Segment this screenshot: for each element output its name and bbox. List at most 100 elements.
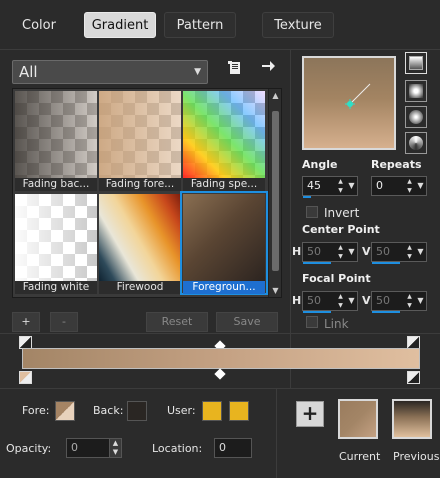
editor-divider xyxy=(0,333,440,334)
opacity-label: Opacity: xyxy=(6,442,52,455)
center-v-label: V xyxy=(362,245,371,258)
link-checkbox[interactable] xyxy=(306,316,318,328)
spinner-icon[interactable]: ▲ ▼ xyxy=(404,292,415,310)
tab-color[interactable]: Color xyxy=(4,12,74,38)
gradient-bar[interactable] xyxy=(22,348,420,369)
category-value: All xyxy=(19,63,38,81)
center-h-value: 50 xyxy=(307,245,321,258)
invert-label: Invert xyxy=(324,206,360,220)
chevron-down-icon[interactable]: ▼ xyxy=(415,292,426,310)
gradient-preview[interactable] xyxy=(302,56,396,150)
arrow-right-icon[interactable] xyxy=(257,58,279,80)
center-v-input[interactable]: 50 ▲ ▼ ▼ xyxy=(371,242,427,264)
tab-bar: Color Gradient Pattern Texture xyxy=(0,0,440,50)
chevron-down-icon[interactable]: ▼ xyxy=(271,286,280,295)
tab-pattern[interactable]: Pattern xyxy=(164,12,236,38)
angle-handle-icon[interactable] xyxy=(304,58,394,148)
center-v-value: 50 xyxy=(376,245,390,258)
spinner-icon[interactable]: ▲ ▼ xyxy=(109,439,121,457)
angle-slider[interactable] xyxy=(303,196,311,198)
focal-h-value: 50 xyxy=(307,294,321,307)
remove-gradient-button[interactable]: - xyxy=(50,312,78,332)
repeats-value: 0 xyxy=(376,179,383,192)
chevron-up-icon[interactable]: ▲ xyxy=(271,91,280,100)
gradient-item-fading-spectrum[interactable]: Fading spe... xyxy=(183,91,265,191)
gradient-item-foreground-background[interactable]: Foregroun... xyxy=(180,191,268,295)
spinner-icon[interactable]: ▲ ▼ xyxy=(404,177,415,195)
reset-button[interactable]: Reset xyxy=(146,312,208,332)
gradient-swatch xyxy=(183,194,265,281)
focal-h-input[interactable]: 50 ▲ ▼ ▼ xyxy=(302,291,358,313)
center-h-input[interactable]: 50 ▲ ▼ ▼ xyxy=(302,242,358,264)
opacity-value: 0 xyxy=(71,441,78,454)
current-label: Current xyxy=(339,450,381,463)
repeats-input[interactable]: 0 ▲ ▼ ▼ xyxy=(371,176,427,196)
center-h-slider[interactable] xyxy=(303,262,331,264)
gradient-item-label: Foregroun... xyxy=(183,281,265,294)
spinner-icon[interactable]: ▲ ▼ xyxy=(404,243,415,261)
focal-v-input[interactable]: 50 ▲ ▼ ▼ xyxy=(371,291,427,313)
gradient-item-fading-foreground[interactable]: Fading fore... xyxy=(99,91,181,191)
focal-h-slider[interactable] xyxy=(303,311,331,313)
gradient-swatch xyxy=(183,91,265,178)
color-midpoint[interactable] xyxy=(214,368,226,380)
spinner-icon[interactable]: ▲ ▼ xyxy=(335,243,346,261)
linear-style-button[interactable] xyxy=(405,52,427,74)
gradient-item-label: Fading bac... xyxy=(15,178,97,191)
center-h-label: H xyxy=(292,245,302,258)
gradient-item-label: Fading white xyxy=(15,281,97,294)
add-to-library-button[interactable]: + xyxy=(296,401,324,427)
focal-v-slider[interactable] xyxy=(372,311,400,313)
fore-color-swatch[interactable] xyxy=(55,401,75,421)
previous-label: Previous xyxy=(393,450,440,463)
location-value: 0 xyxy=(219,441,226,454)
gradient-swatch xyxy=(99,91,181,178)
spinner-icon[interactable]: ▲ ▼ xyxy=(335,292,346,310)
center-v-slider[interactable] xyxy=(372,262,400,264)
link-label: Link xyxy=(324,317,349,331)
angle-input[interactable]: 45 ▲ ▼ ▼ xyxy=(302,176,358,198)
save-button[interactable]: Save xyxy=(216,312,278,332)
document-save-icon[interactable] xyxy=(224,60,246,82)
gradient-gallery: Fading bac... Fading fore... Fading spe.… xyxy=(12,88,282,298)
gradient-item-label: Fading fore... xyxy=(99,178,181,191)
back-color-swatch[interactable] xyxy=(127,401,147,421)
bottom-vertical-divider xyxy=(276,389,277,478)
color-stop-right[interactable] xyxy=(407,371,420,384)
invert-checkbox[interactable] xyxy=(306,206,318,218)
current-gradient-thumbnail[interactable] xyxy=(338,399,378,439)
add-gradient-button[interactable]: + xyxy=(12,312,40,332)
tab-texture[interactable]: Texture xyxy=(262,12,334,38)
gradient-item-fading-background[interactable]: Fading bac... xyxy=(15,91,97,191)
chevron-down-icon[interactable]: ▼ xyxy=(346,177,357,195)
gradient-swatch xyxy=(15,194,97,281)
gradient-swatch xyxy=(99,194,181,281)
previous-gradient-thumbnail[interactable] xyxy=(392,399,432,439)
sunburst-style-button[interactable] xyxy=(405,106,427,128)
color-stop-left[interactable] xyxy=(19,371,32,384)
scrollbar-thumb[interactable] xyxy=(272,111,279,271)
focal-v-value: 50 xyxy=(376,294,390,307)
chevron-down-icon: ▼ xyxy=(194,67,201,77)
chevron-down-icon[interactable]: ▼ xyxy=(415,177,426,195)
opacity-input[interactable]: 0 ▲ ▼ xyxy=(66,438,122,458)
spinner-icon[interactable]: ▲ ▼ xyxy=(335,177,346,195)
radial-style-button[interactable] xyxy=(405,132,427,154)
gradient-item-fading-white[interactable]: Fading white xyxy=(15,194,97,294)
gradient-item-firewood[interactable]: Firewood xyxy=(99,194,181,294)
chevron-down-icon[interactable]: ▼ xyxy=(415,243,426,261)
rectangular-style-button[interactable] xyxy=(405,80,427,102)
location-label: Location: xyxy=(152,442,203,455)
category-dropdown[interactable]: All ▼ xyxy=(12,60,208,84)
chevron-down-icon[interactable]: ▼ xyxy=(346,243,357,261)
back-label: Back: xyxy=(93,404,124,417)
user-color-swatch-1[interactable] xyxy=(202,401,222,421)
gallery-scrollbar[interactable]: ▲ ▼ xyxy=(268,89,281,297)
location-input[interactable]: 0 xyxy=(214,438,252,458)
tab-gradient[interactable]: Gradient xyxy=(84,12,156,38)
focal-point-label: Focal Point xyxy=(302,272,371,285)
panel-divider xyxy=(290,50,291,388)
user-color-swatch-2[interactable] xyxy=(229,401,249,421)
chevron-down-icon[interactable]: ▼ xyxy=(346,292,357,310)
gradient-item-label: Fading spe... xyxy=(183,178,265,191)
